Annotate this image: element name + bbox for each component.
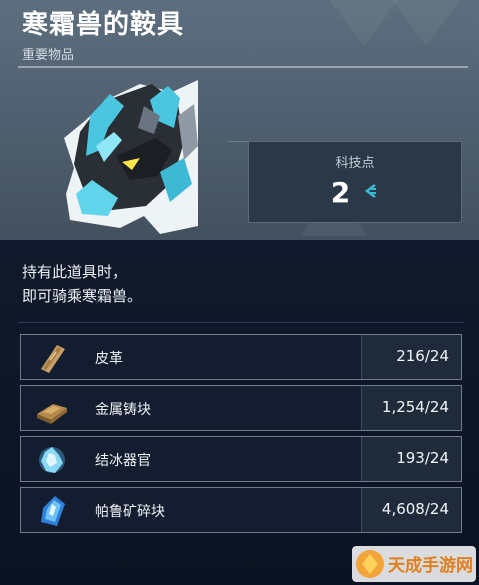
material-name: 金属铸块 (95, 402, 151, 418)
item-category: 重要物品 (22, 48, 75, 63)
item-header-panel: 寒霜兽的鞍具 重要物品 科技点 2 (0, 0, 479, 240)
decor-triangle (330, 0, 398, 46)
tech-point-panel: 科技点 2 (248, 141, 462, 223)
material-row-pal-shard[interactable]: 帕鲁矿碎块 4,608/24 (20, 487, 462, 533)
material-count: 4,608/24 (381, 500, 449, 518)
material-count-box: 193/24 (361, 437, 461, 481)
tech-point-label: 科技点 (335, 156, 375, 171)
material-count: 216/24 (396, 347, 449, 365)
item-title: 寒霜兽的鞍具 (22, 10, 185, 40)
material-name: 皮革 (95, 351, 123, 367)
material-count: 193/24 (396, 449, 449, 467)
material-row-leather[interactable]: 皮革 216/24 (20, 334, 462, 380)
pal-fluid-shard-icon (35, 494, 69, 528)
header-divider (18, 66, 468, 68)
material-count-box: 4,608/24 (361, 488, 461, 532)
description-line: 持有此道具时， (22, 263, 128, 281)
material-count-box: 1,254/24 (361, 386, 461, 430)
material-row-ice-organ[interactable]: 结冰器官 193/24 (20, 436, 462, 482)
material-list: 皮革 216/24 金属铸块 1,254/24 结冰器官 193/24 帕鲁矿碎… (20, 334, 462, 538)
frostallion-saddle-icon (60, 76, 202, 234)
section-divider (18, 322, 464, 323)
svg-text:天成手游网: 天成手游网 (388, 555, 473, 576)
ice-organ-icon (35, 443, 69, 477)
tech-point-icon (361, 182, 379, 204)
material-count-box: 216/24 (361, 335, 461, 379)
site-watermark-logo: 天成手游网 (352, 546, 476, 582)
tech-point-value: 2 (330, 176, 351, 209)
item-description: 持有此道具时， 即可骑乘寒霜兽。 (22, 260, 142, 308)
material-name: 帕鲁矿碎块 (95, 504, 165, 520)
tech-connector-line (228, 141, 248, 142)
ingot-icon (35, 392, 69, 426)
description-line: 即可骑乘寒霜兽。 (22, 287, 143, 305)
decor-triangle (392, 0, 460, 46)
leather-icon (35, 341, 69, 375)
material-count: 1,254/24 (381, 398, 449, 416)
material-name: 结冰器官 (95, 453, 151, 469)
material-row-ingot[interactable]: 金属铸块 1,254/24 (20, 385, 462, 431)
